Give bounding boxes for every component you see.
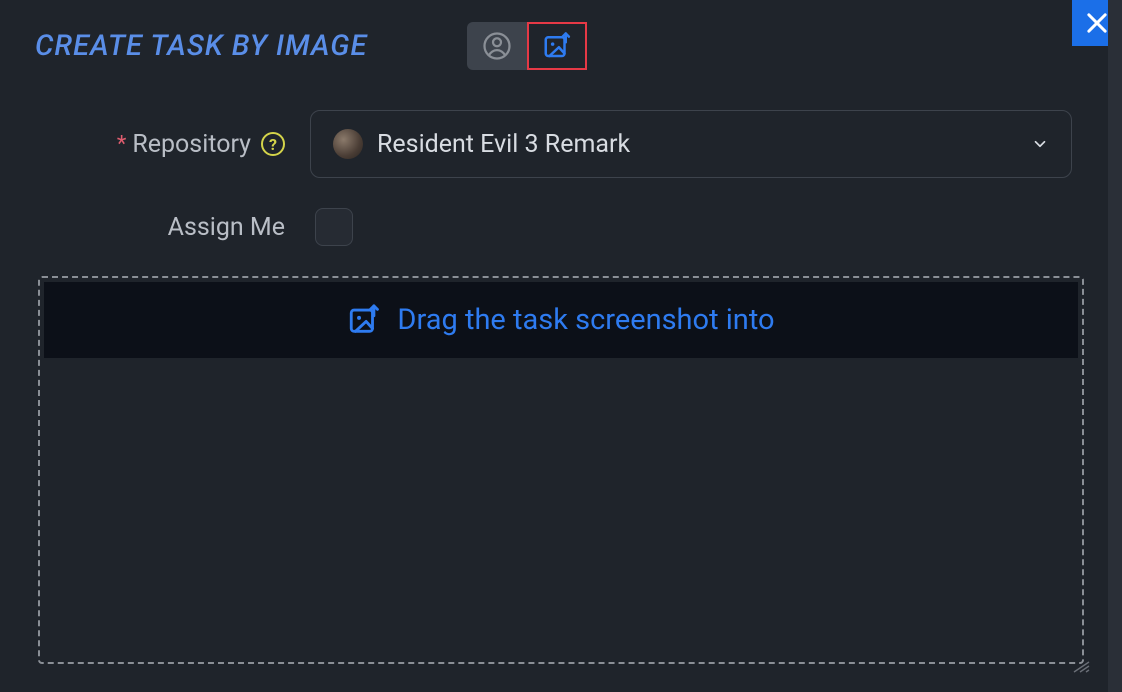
help-icon[interactable]: ? — [261, 132, 285, 156]
modal-title: CREATE TASK BY IMAGE — [35, 29, 367, 63]
dropzone[interactable]: Drag the task screenshot into — [38, 276, 1084, 664]
chevron-down-icon — [1031, 135, 1049, 153]
repository-label: Repository — [132, 130, 251, 159]
required-indicator: * — [117, 132, 126, 157]
form-area: * Repository ? Resident Evil 3 Remark As… — [0, 70, 1122, 246]
assign-me-row: Assign Me — [50, 208, 1072, 246]
repository-label-col: * Repository ? — [50, 130, 310, 159]
close-icon — [1083, 9, 1111, 37]
repository-avatar — [333, 129, 363, 159]
tab-upload-image[interactable] — [527, 22, 587, 70]
assign-me-label-col: Assign Me — [50, 213, 310, 242]
tab-assign-person[interactable] — [467, 22, 527, 70]
dropzone-inner[interactable]: Drag the task screenshot into — [44, 282, 1078, 358]
repository-selected-text: Resident Evil 3 Remark — [377, 130, 1031, 159]
assign-me-checkbox[interactable] — [315, 208, 353, 246]
resize-handle[interactable] — [1072, 658, 1090, 670]
modal-header: CREATE TASK BY IMAGE — [0, 0, 1122, 70]
dropzone-text: Drag the task screenshot into — [397, 303, 774, 337]
assign-me-label: Assign Me — [168, 213, 285, 242]
person-circle-icon — [482, 31, 512, 61]
repository-row: * Repository ? Resident Evil 3 Remark — [50, 110, 1072, 178]
upload-image-icon — [347, 303, 381, 337]
repository-select[interactable]: Resident Evil 3 Remark — [310, 110, 1072, 178]
repository-select-container: Resident Evil 3 Remark — [310, 110, 1072, 178]
upload-image-icon — [542, 31, 572, 61]
vertical-scrollbar[interactable] — [1108, 0, 1122, 692]
header-tabs — [467, 22, 587, 70]
